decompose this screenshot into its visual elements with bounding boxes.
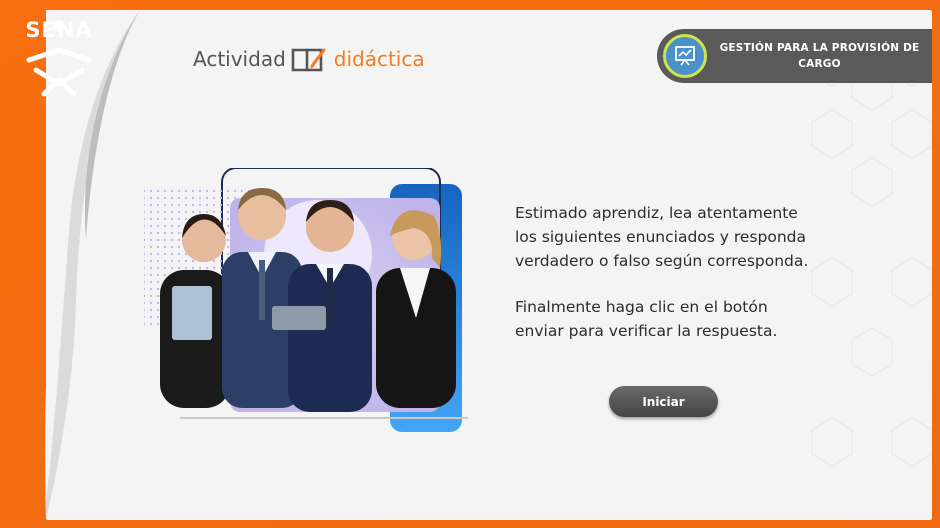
activity-title: Actividad didáctica (193, 44, 425, 74)
course-badge: GESTIÓN PARA LA PROVISIÓN DE CARGO (657, 29, 932, 83)
sena-symbol-icon (26, 20, 92, 97)
instructions-paragraph-2: Finalmente haga clic en el botón enviar … (515, 298, 778, 340)
activity-screen: SENA Actividad didáctica GESTIÓN PARA LA (0, 0, 940, 528)
start-button[interactable]: Iniciar (609, 386, 718, 417)
course-title: GESTIÓN PARA LA PROVISIÓN DE CARGO (719, 42, 920, 70)
title-part2: didáctica (333, 47, 425, 71)
title-part1: Actividad (193, 47, 286, 71)
book-pencil-icon (291, 48, 326, 72)
business-team-photo (144, 168, 468, 432)
people-group (160, 188, 456, 412)
sena-logo: SENA (18, 18, 100, 98)
presentation-icon (663, 34, 707, 78)
instructions-paragraph-1: Estimado aprendiz, lea atentamente los s… (515, 204, 809, 270)
instructions-text: Estimado aprendiz, lea atentamente los s… (515, 201, 815, 343)
